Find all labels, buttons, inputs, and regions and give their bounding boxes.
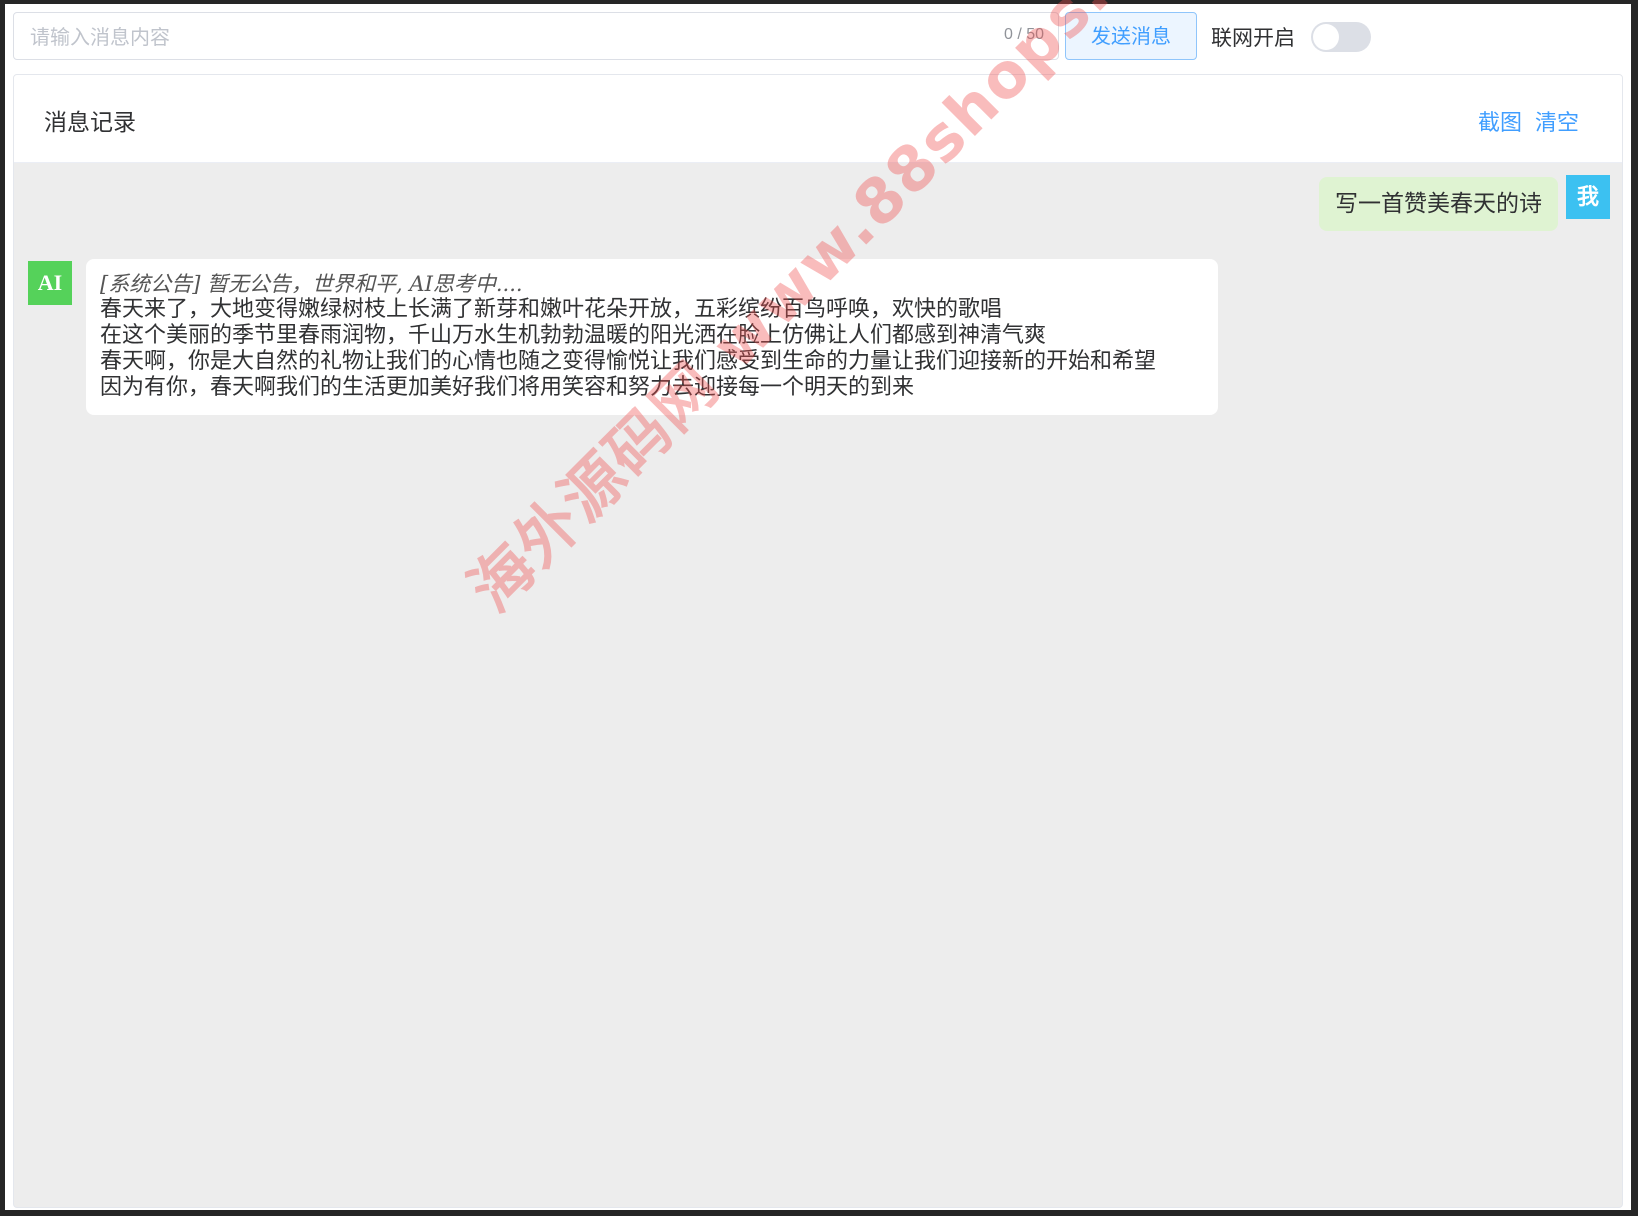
ai-message-bubble: [系统公告] 暂无公告，世界和平, AI思考中.... 春天来了，大地变得嫩绿树…: [86, 259, 1218, 415]
screenshot-link[interactable]: 截图: [1478, 105, 1522, 137]
app-window: 0 / 50 发送消息 联网开启 消息记录 截图 清空 写一首赞美春天的诗 我 …: [5, 0, 1631, 1210]
panel-header: 消息记录 截图 清空: [14, 75, 1622, 163]
char-counter: 0 / 50: [1003, 26, 1044, 43]
ai-message-line: 因为有你，春天啊我们的生活更加美好我们将用笑容和努力去迎接每一个明天的到来: [100, 375, 915, 400]
system-notice: [系统公告] 暂无公告，世界和平, AI思考中....: [100, 272, 523, 296]
user-message-bubble: 写一首赞美春天的诗: [1319, 177, 1558, 231]
user-avatar: 我: [1566, 175, 1610, 219]
switch-knob: [1313, 24, 1339, 50]
ai-message-line: 春天来了，大地变得嫩绿树枝上长满了新芽和嫩叶花朵开放，五彩缤纷百鸟呼唤，欢快的歌…: [100, 297, 1003, 322]
message-input[interactable]: [28, 13, 972, 61]
clear-link[interactable]: 清空: [1535, 105, 1579, 137]
send-message-button[interactable]: 发送消息: [1065, 12, 1197, 60]
message-history-panel: 消息记录 截图 清空 写一首赞美春天的诗 我 AI [系统公告] 暂无公告，世界…: [13, 74, 1623, 1208]
panel-title: 消息记录: [44, 110, 136, 136]
ai-message-line: 在这个美丽的季节里春雨润物，千山万水生机勃勃温暖的阳光洒在脸上仿佛让人们都感到神…: [100, 323, 1047, 348]
network-toggle-label: 联网开启: [1211, 26, 1295, 50]
network-toggle-switch[interactable]: [1311, 22, 1371, 52]
message-input-wrapper: 0 / 50: [13, 12, 1059, 61]
ai-message-line: 春天啊，你是大自然的礼物让我们的心情也随之变得愉悦让我们感受到生命的力量让我们迎…: [100, 349, 1157, 374]
ai-avatar: AI: [28, 261, 72, 305]
